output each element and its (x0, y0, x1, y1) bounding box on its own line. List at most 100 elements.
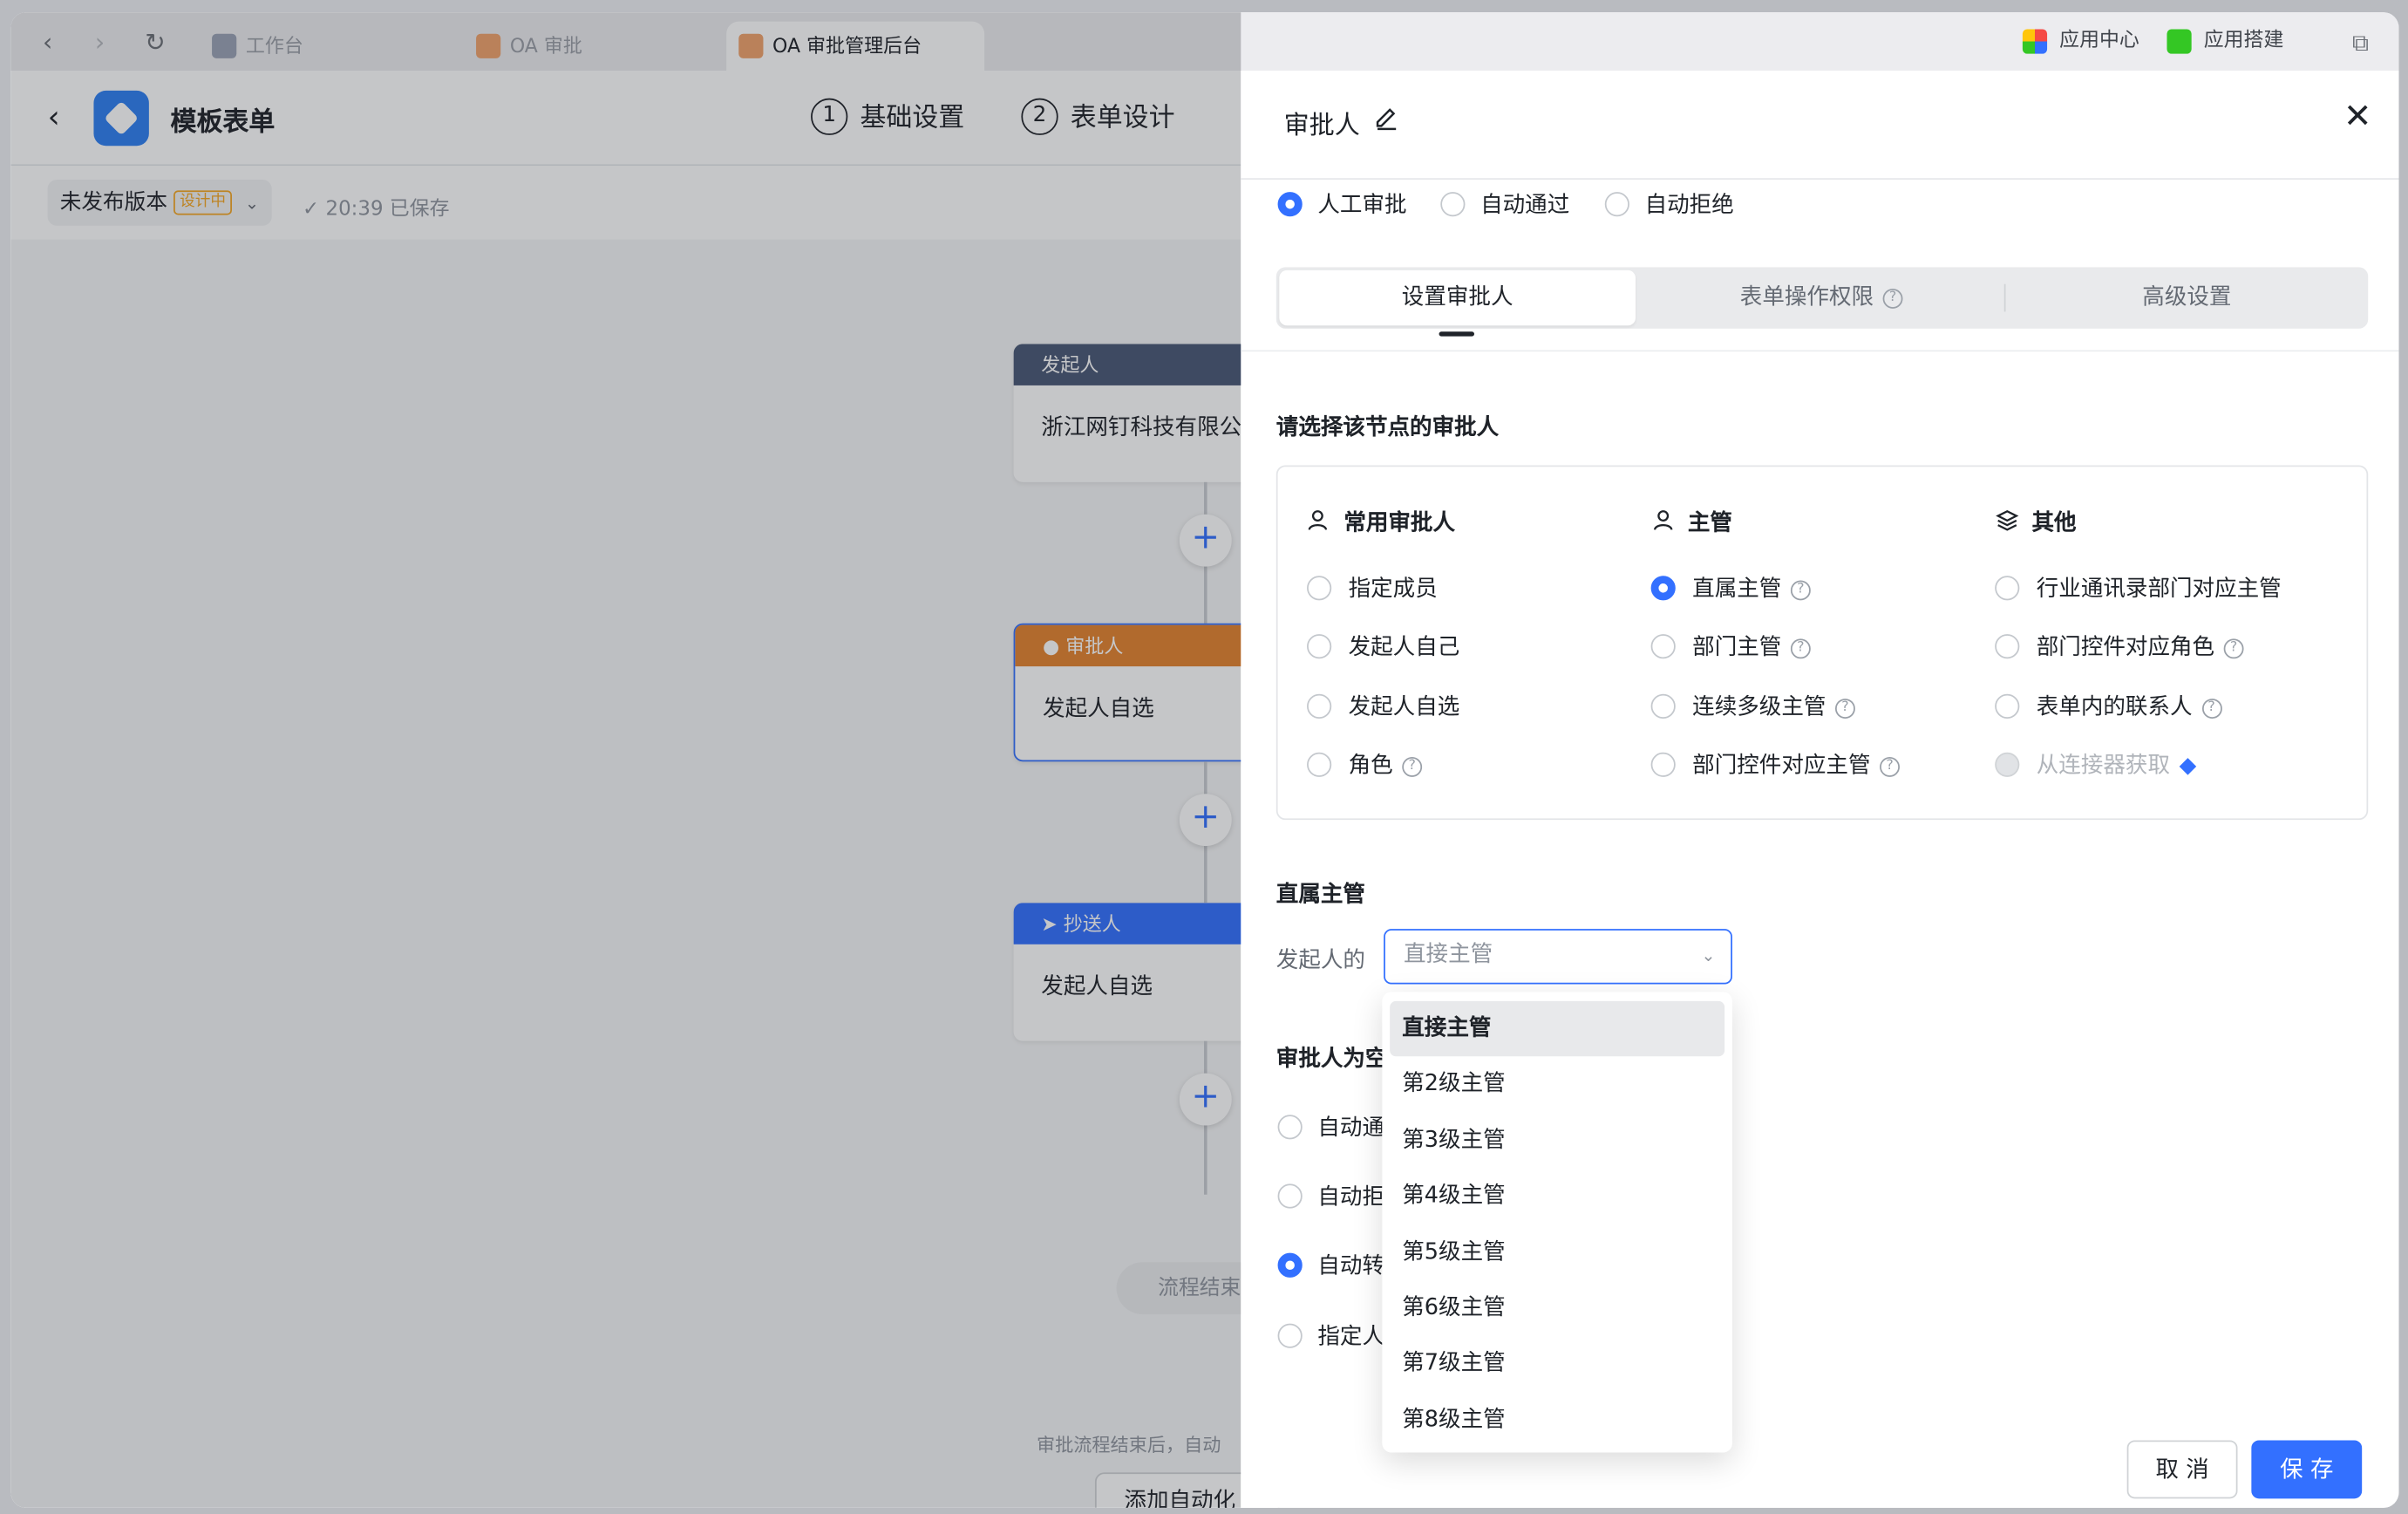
tab-label: 表单操作权限 (1739, 285, 1874, 310)
approver-type-card: 常用审批人 主管 其他 指定成员 发起人自己 发起人自选 角色? 直属主管 ? … (1275, 465, 2369, 821)
manager-level-select[interactable]: 直接主管 ⌄ (1384, 929, 1732, 985)
option-label: 部门控件对应角色 (2036, 635, 2215, 661)
option-label: 表单内的联系人 (2036, 695, 2193, 720)
tab-advanced[interactable]: 高级设置 (2006, 267, 2369, 328)
section-title: 直属主管 (1275, 883, 1365, 908)
option-radio[interactable] (1650, 752, 1676, 777)
help-icon[interactable]: ? (2223, 638, 2244, 658)
browser-window: ‹ › ↻ 工作台 OA 审批 OA 审批管理后台 应用中心 应用搭建 ⧉ ‹ … (10, 12, 2399, 1508)
cancel-button[interactable]: 取 消 (2126, 1440, 2238, 1499)
help-icon[interactable]: ? (1790, 579, 1811, 600)
option-label: 从连接器获取 (2036, 754, 2170, 779)
close-icon[interactable]: ✕ (2343, 99, 2371, 137)
column-heading-label: 主管 (1687, 511, 1732, 536)
screen: ‹ › ↻ 工作台 OA 审批 OA 审批管理后台 应用中心 应用搭建 ⧉ ‹ … (0, 0, 2408, 1514)
empty-option-radio[interactable] (1277, 1252, 1303, 1278)
column-heading-label: 其他 (2031, 511, 2077, 536)
divider (1241, 178, 2399, 180)
modal-overlay[interactable] (10, 12, 1241, 1508)
user-icon (1308, 510, 1328, 530)
app-center-icon (2022, 29, 2048, 54)
manager-prefix: 发起人的 (1275, 949, 1365, 974)
empty-option-label: 自动拒绝 (1317, 1185, 1382, 1211)
app-center-label: 应用中心 (2059, 29, 2139, 52)
mode-manual-radio[interactable] (1277, 192, 1303, 217)
option-row: 角色? (1349, 747, 1423, 780)
option-label: 发起人自选 (1348, 695, 1460, 720)
option-label: 行业通讯录部门对应主管 (2036, 576, 2282, 603)
option-label: 连续多级主管 (1692, 695, 1826, 720)
divider (1241, 350, 2399, 352)
option-radio[interactable] (1307, 576, 1332, 601)
help-icon[interactable]: ? (1880, 756, 1900, 776)
option-radio[interactable] (1650, 634, 1676, 659)
section-title: 请选择该节点的审批人 (1275, 416, 1500, 441)
app-center-link[interactable]: 应用中心 (2022, 26, 2139, 57)
help-icon[interactable]: ? (2201, 698, 2222, 719)
select-placeholder: 直接主管 (1404, 943, 1493, 968)
help-icon[interactable]: ? (1834, 698, 1855, 719)
app-builder-label: 应用搭建 (2203, 29, 2284, 52)
empty-option-radio[interactable] (1277, 1323, 1303, 1348)
empty-option-label: 自动转交 (1317, 1254, 1382, 1279)
dropdown-option[interactable]: 第7级主管 (1390, 1336, 1724, 1392)
help-icon[interactable]: ? (1402, 756, 1423, 776)
mode-auto-pass-radio[interactable] (1440, 192, 1466, 217)
help-icon[interactable]: ? (1882, 288, 1903, 309)
tab-indicator (1439, 331, 1475, 337)
dropdown-option[interactable]: 第4级主管 (1390, 1169, 1724, 1224)
diamond-icon: ◆ (2179, 754, 2197, 779)
mode-auto-pass-label: 自动通过 (1480, 193, 1570, 219)
tab-form-permissions[interactable]: 表单操作权限? (1640, 267, 2003, 328)
help-icon[interactable]: ? (1790, 638, 1811, 658)
tab-set-approver[interactable]: 设置审批人 (1279, 269, 1636, 326)
dropdown-option[interactable]: 第6级主管 (1390, 1280, 1724, 1336)
dropdown-option[interactable]: 第3级主管 (1390, 1113, 1724, 1169)
option-row: 部门主管? (1692, 630, 1811, 662)
manager-icon (1653, 510, 1673, 530)
option-label: 部门控件对应主管 (1692, 754, 1871, 779)
app-builder-link[interactable]: 应用搭建 (2167, 26, 2283, 57)
dropdown-option[interactable]: 直接主管 (1390, 1000, 1725, 1057)
option-label: 部门主管 (1692, 635, 1782, 661)
section-title: 审批人为空 (1275, 1047, 1387, 1072)
option-row: 部门控件对应角色? (2037, 630, 2244, 662)
dropdown-option[interactable]: 第5级主管 (1390, 1224, 1724, 1280)
drawer-tabs: 设置审批人 表单操作权限? 高级设置 (1275, 267, 2369, 329)
manager-level-dropdown: 直接主管 第2级主管 第3级主管 第4级主管 第5级主管 第6级主管 第7级主管… (1382, 992, 1732, 1453)
save-button[interactable]: 保 存 (2251, 1440, 2363, 1499)
mode-auto-reject-radio[interactable] (1604, 192, 1629, 217)
option-row: 表单内的联系人? (2036, 690, 2222, 722)
empty-option-label: 自动通过 (1317, 1115, 1382, 1142)
app-builder-icon (2167, 29, 2192, 54)
dropdown-option[interactable]: 第8级主管 (1390, 1392, 1724, 1448)
column-heading-manager: 主管 (1651, 505, 1732, 537)
layers-icon (1996, 510, 2019, 531)
option-label: 指定成员 (1348, 576, 1438, 603)
drawer-title: 审批人 (1283, 110, 1360, 140)
open-external-icon[interactable]: ⧉ (2345, 28, 2376, 58)
empty-option-radio[interactable] (1277, 1115, 1303, 1140)
option-row: 连续多级主管? (1692, 690, 1855, 722)
option-label: 角色 (1348, 754, 1393, 779)
option-radio[interactable] (1995, 693, 2020, 719)
option-label: 发起人自己 (1348, 635, 1460, 661)
edit-icon[interactable] (1373, 105, 1401, 133)
option-radio[interactable] (1307, 634, 1332, 659)
option-row: 从连接器获取 ◆ (2037, 747, 2196, 780)
option-radio[interactable] (1995, 634, 2020, 659)
dropdown-option[interactable]: 第2级主管 (1390, 1057, 1724, 1113)
option-label: 直属主管 (1692, 576, 1782, 603)
chevron-down-icon: ⌄ (1701, 945, 1716, 966)
option-radio-disabled (1995, 752, 2020, 777)
column-heading-common: 常用审批人 (1307, 505, 1455, 537)
option-radio[interactable] (1307, 693, 1332, 719)
option-radio[interactable] (1650, 576, 1676, 601)
empty-option-radio[interactable] (1277, 1183, 1303, 1209)
approver-drawer: 审批人 ✕ 人工审批 自动通过 自动拒绝 设置审批人 表单操作权限? 高级设置 (1241, 70, 2399, 1508)
column-heading-other: 其他 (1995, 505, 2077, 537)
option-radio[interactable] (1650, 693, 1676, 719)
mode-manual-label: 人工审批 (1317, 193, 1407, 219)
option-radio[interactable] (1995, 576, 2020, 601)
option-radio[interactable] (1307, 752, 1332, 777)
